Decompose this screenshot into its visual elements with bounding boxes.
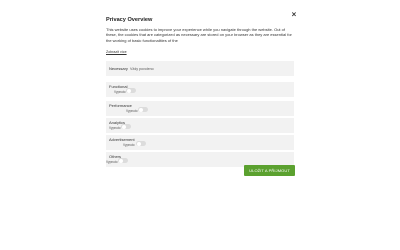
- section-label: Necessary: [109, 66, 128, 71]
- section-label: Advertisement: [109, 137, 135, 142]
- analytics-toggle[interactable]: [121, 124, 131, 129]
- toggle-status-label: Vypnuto: [114, 89, 126, 94]
- privacy-modal: × Privacy Overview This website uses coo…: [99, 7, 303, 182]
- close-icon[interactable]: ×: [290, 11, 298, 19]
- section-advertisement[interactable]: Advertisement Vypnuto: [106, 135, 294, 150]
- advertisement-toggle[interactable]: [136, 141, 146, 146]
- functional-toggle[interactable]: [126, 88, 136, 93]
- toggle-status-label: Vypnuto: [106, 159, 118, 164]
- toggle-status-label: Vypnuto: [123, 142, 135, 147]
- modal-title: Privacy Overview: [106, 17, 153, 23]
- toggle-status-label: Vypnuto: [126, 108, 138, 113]
- section-performance[interactable]: Performance Vypnuto: [106, 101, 294, 116]
- toggle-status-label: Vypnuto: [109, 125, 121, 130]
- section-analytics[interactable]: Analytics Vypnuto: [106, 118, 294, 133]
- modal-description: This website uses cookies to improve you…: [106, 27, 292, 43]
- show-more-link[interactable]: Zobrazit více: [106, 50, 127, 54]
- others-toggle[interactable]: [118, 158, 128, 163]
- always-enabled-label: Vždy povoleno: [130, 66, 154, 71]
- section-functional[interactable]: Functional Vypnuto: [106, 82, 294, 97]
- section-label: Performance: [109, 103, 132, 108]
- performance-toggle[interactable]: [138, 107, 148, 112]
- save-and-accept-button[interactable]: ULOŽIT A PŘIJMOUT: [244, 165, 295, 176]
- section-label: Functional: [109, 84, 128, 89]
- section-necessary[interactable]: Necessary Vždy povoleno: [106, 61, 294, 76]
